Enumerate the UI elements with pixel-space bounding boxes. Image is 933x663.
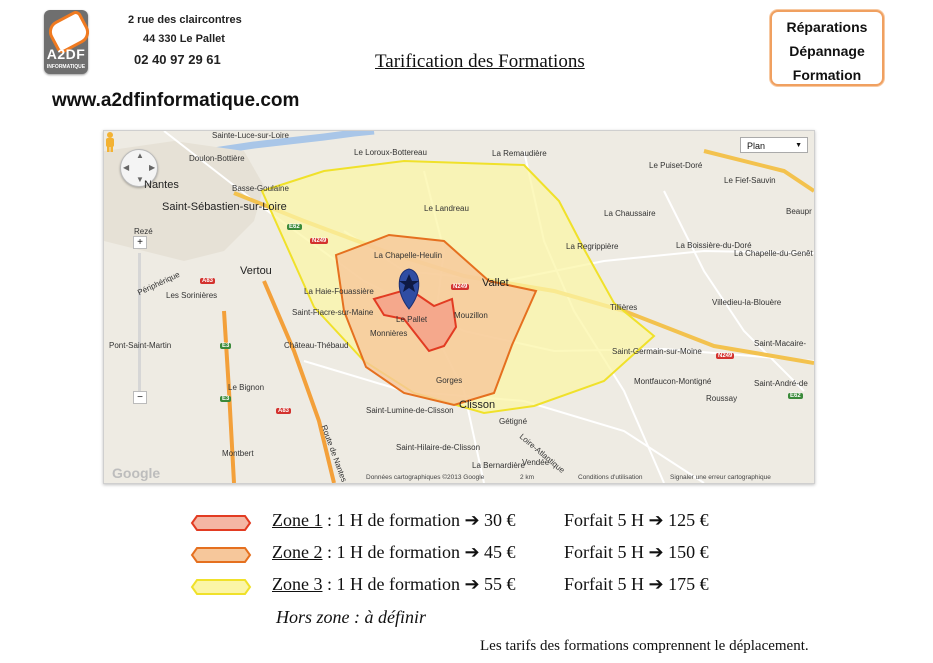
place-label: Pont-Saint-Martin xyxy=(109,341,172,350)
zone-price: : 1 H de formation ➔ 45 € xyxy=(322,542,516,562)
place-label: Le Landreau xyxy=(424,204,469,213)
place-label: Montbert xyxy=(222,449,254,458)
pegman-icon[interactable] xyxy=(104,131,116,153)
place-label: Beaupr xyxy=(786,207,812,216)
road-label: E3 xyxy=(220,343,232,349)
zoom-in-button[interactable]: + xyxy=(133,236,147,249)
place-label: Sainte-Luce-sur-Loire xyxy=(212,131,289,140)
place-label: Le Loroux-Bottereau xyxy=(354,148,427,157)
place-label: Montfaucon-Montigné xyxy=(634,377,712,386)
place-label: Saint-Germain-sur-Moine xyxy=(612,347,702,356)
place-label: La Remaudière xyxy=(492,149,547,158)
zone-3-swatch xyxy=(190,579,252,595)
road-label: E62 xyxy=(788,393,803,399)
road-label: N249 xyxy=(310,238,329,244)
place-label: Tillières xyxy=(610,303,638,312)
place-label: Roussay xyxy=(706,394,738,403)
terms-link[interactable]: Conditions d'utilisation xyxy=(578,474,642,481)
map-type-select[interactable]: Plan ▼ xyxy=(740,137,808,153)
zoom-out-button[interactable]: − xyxy=(133,391,147,404)
road-label: E3 xyxy=(220,396,232,402)
report-error-link[interactable]: Signaler une erreur cartographique xyxy=(670,474,771,481)
service-item: Dépannage xyxy=(789,43,865,59)
zone-2-swatch xyxy=(190,547,252,563)
service-item: Réparations xyxy=(786,19,868,35)
chevron-down-icon: ▼ xyxy=(795,142,802,149)
place-label: Clisson xyxy=(459,399,496,411)
footer-note: Les tarifs des formations comprennent le… xyxy=(480,638,809,654)
map-scale: 2 km xyxy=(520,474,535,481)
place-label: Saint-Fiacre-sur-Maine xyxy=(292,308,374,317)
map-attribution: Données cartographiques ©2013 Google xyxy=(366,474,485,481)
place-label: Le Fief-Sauvin xyxy=(724,176,776,185)
place-label: La Bernardière xyxy=(472,461,525,470)
place-label: Saint-Macaire- xyxy=(754,339,807,348)
place-label: Saint-André-de xyxy=(754,379,808,388)
place-label: Mouzillon xyxy=(454,311,488,320)
road-label: N249 xyxy=(716,353,735,359)
logo-subtext: INFORMATIQUE xyxy=(46,64,86,70)
service-item: Formation xyxy=(792,67,862,83)
zone-price: : 1 H de formation ➔ 30 € xyxy=(322,510,516,530)
place-label: Saint-Sébastien-sur-Loire xyxy=(162,201,287,213)
place-label: Monnières xyxy=(370,329,408,338)
place-label: Doulon-Bottière xyxy=(189,154,245,163)
zone-label: Zone 2 xyxy=(272,542,323,562)
map-type-label: Plan xyxy=(747,141,766,151)
highway-north xyxy=(703,149,814,193)
forfait-price: Forfait 5 H ➔ 125 € xyxy=(564,510,709,530)
website-url: www.a2dfinformatique.com xyxy=(52,90,300,111)
place-label: Rezé xyxy=(134,227,153,236)
hors-zone-note: Hors zone : à définir xyxy=(276,607,426,627)
forfait-price: Forfait 5 H ➔ 150 € xyxy=(564,542,709,562)
place-label: Vendée xyxy=(522,458,550,467)
address-line-1: 2 rue des claircontres xyxy=(128,14,242,26)
place-label: Saint-Lumine-de-Clisson xyxy=(366,406,454,415)
place-label: Vertou xyxy=(240,265,272,277)
map-canvas xyxy=(104,131,814,483)
zone-label: Zone 1 xyxy=(272,510,323,530)
place-label: La Chapelle-du-Genêt xyxy=(734,249,813,258)
place-label: Les Sorinières xyxy=(166,291,218,300)
forfait-price: Forfait 5 H ➔ 175 € xyxy=(564,574,709,594)
page-title: Tarification des Formations xyxy=(375,51,585,72)
road xyxy=(663,190,805,392)
place-label: La Chapelle-Heulin xyxy=(374,251,443,260)
road-label: N249 xyxy=(451,284,470,290)
zoom-slider[interactable] xyxy=(138,253,141,391)
road-label: A83 xyxy=(200,278,216,284)
place-label: Nantes xyxy=(144,179,179,191)
place-label: Le Bignon xyxy=(228,383,265,392)
place-label: Saint-Hilaire-de-Clisson xyxy=(396,443,481,452)
place-label: La Regrippière xyxy=(566,242,619,251)
place-label: Basse-Goulaine xyxy=(232,184,289,193)
road-label: A83 xyxy=(276,408,292,414)
place-label: La Chaussaire xyxy=(604,209,656,218)
zone-price: : 1 H de formation ➔ 55 € xyxy=(322,574,516,594)
zone-1-swatch xyxy=(190,515,252,531)
place-label: Gorges xyxy=(436,376,463,385)
place-label: Le Pallet xyxy=(396,315,428,324)
road-label: E62 xyxy=(287,224,302,230)
company-logo: A2DF INFORMATIQUE xyxy=(44,8,94,74)
services-box: Réparations Dépannage Formation xyxy=(770,10,884,86)
place-label: Le Puiset-Doré xyxy=(649,161,703,170)
place-label: Château-Thébaud xyxy=(284,341,349,350)
place-label: Gétigné xyxy=(499,417,528,426)
address-line-2: 44 330 Le Pallet xyxy=(143,33,225,45)
place-label: La Haie-Fouassière xyxy=(304,287,374,296)
phone-number: 02 40 97 29 61 xyxy=(134,52,221,67)
zone-map[interactable]: ▲ ▼ ◀ ▶ + − Plan ▼ Nantes Saint-Sébastien-… xyxy=(103,130,815,484)
google-logo: Google xyxy=(112,465,161,481)
place-label: Villedieu-la-Blouère xyxy=(712,298,782,307)
logo-text: A2DF xyxy=(46,46,86,62)
place-label: Vallet xyxy=(482,277,509,289)
zone-label: Zone 3 xyxy=(272,574,323,594)
